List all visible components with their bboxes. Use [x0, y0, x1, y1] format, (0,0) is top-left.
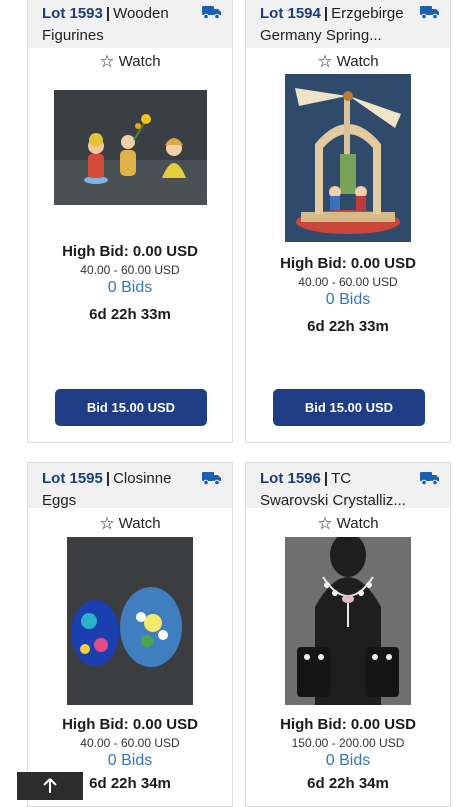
- shipping-truck-icon: [420, 6, 439, 19]
- lot-card: Lot 1595 | Closinne Eggs ☆ Watch High Bid: …: [27, 462, 233, 807]
- lot-photo[interactable]: [67, 537, 193, 705]
- time-remaining: 6d 22h 33m: [307, 318, 389, 335]
- lot-number-link[interactable]: Lot 1593: [42, 5, 103, 22]
- watch-toggle[interactable]: ☆ Watch: [28, 52, 232, 72]
- lot-number-link[interactable]: Lot 1595: [42, 470, 103, 487]
- estimate-range: 150.00 - 200.00 USD: [291, 736, 405, 750]
- lot-card: Lot 1593 | Wooden Figurines ☆ Watch High Bi…: [27, 0, 233, 443]
- lot-card: Lot 1594 | Erzgebirge Germany Spring... ☆ W…: [245, 0, 451, 443]
- time-remaining: 6d 22h 34m: [307, 775, 389, 792]
- lot-header: Lot 1594 | Erzgebirge Germany Spring...: [246, 0, 450, 48]
- high-bid: High Bid: 0.00 USD: [62, 716, 198, 733]
- star-outline-icon: ☆: [99, 514, 115, 533]
- shipping-truck-icon: [420, 472, 439, 485]
- watch-toggle[interactable]: ☆ Watch: [246, 52, 450, 72]
- star-outline-icon: ☆: [317, 52, 333, 71]
- lot-title-line2[interactable]: Figurines: [42, 25, 220, 47]
- lot-title[interactable]: Wooden: [113, 5, 169, 22]
- watch-toggle[interactable]: ☆ Watch: [246, 514, 450, 534]
- bid-count-link[interactable]: 0 Bids: [28, 751, 232, 771]
- estimate-range: 40.00 - 60.00 USD: [298, 275, 398, 289]
- shipping-truck-icon: [202, 472, 221, 485]
- lot-title-line2[interactable]: Swarovski Crystalliz...: [260, 490, 438, 512]
- high-bid: High Bid: 0.00 USD: [280, 716, 416, 733]
- lot-card: Lot 1596 | TC Swarovski Crystalliz... ☆ Wat…: [245, 462, 451, 807]
- bid-count-link[interactable]: 0 Bids: [28, 278, 232, 298]
- lot-number-link[interactable]: Lot 1594: [260, 5, 321, 22]
- lot-title[interactable]: TC: [331, 470, 351, 487]
- bid-count-link[interactable]: 0 Bids: [246, 290, 450, 310]
- bid-count-link[interactable]: 0 Bids: [246, 751, 450, 771]
- high-bid: High Bid: 0.00 USD: [280, 255, 416, 272]
- lot-title[interactable]: Erzgebirge: [331, 5, 404, 22]
- lot-title-line2[interactable]: Germany Spring...: [260, 25, 438, 47]
- watch-toggle[interactable]: ☆ Watch: [28, 514, 232, 534]
- lot-title-line2[interactable]: Eggs: [42, 490, 220, 512]
- bid-button[interactable]: Bid 15.00 USD: [55, 389, 207, 426]
- shipping-truck-icon: [202, 6, 221, 19]
- arrow-up-icon: [43, 778, 57, 793]
- lot-header: Lot 1596 | TC Swarovski Crystalliz...: [246, 463, 450, 509]
- bid-button[interactable]: Bid 15.00 USD: [273, 389, 425, 426]
- star-outline-icon: ☆: [317, 514, 333, 533]
- lot-photo[interactable]: [285, 74, 411, 242]
- lot-photo[interactable]: [285, 537, 411, 705]
- lot-photo[interactable]: [53, 90, 207, 205]
- lot-header: Lot 1593 | Wooden Figurines: [28, 0, 232, 48]
- lot-number-link[interactable]: Lot 1596: [260, 470, 321, 487]
- lot-title[interactable]: Closinne: [113, 470, 171, 487]
- star-outline-icon: ☆: [99, 52, 115, 71]
- lot-header: Lot 1595 | Closinne Eggs: [28, 463, 232, 509]
- time-remaining: 6d 22h 33m: [89, 306, 171, 323]
- back-to-top-button[interactable]: [17, 772, 83, 800]
- estimate-range: 40.00 - 60.00 USD: [80, 736, 180, 750]
- estimate-range: 40.00 - 60.00 USD: [80, 263, 180, 277]
- high-bid: High Bid: 0.00 USD: [62, 243, 198, 260]
